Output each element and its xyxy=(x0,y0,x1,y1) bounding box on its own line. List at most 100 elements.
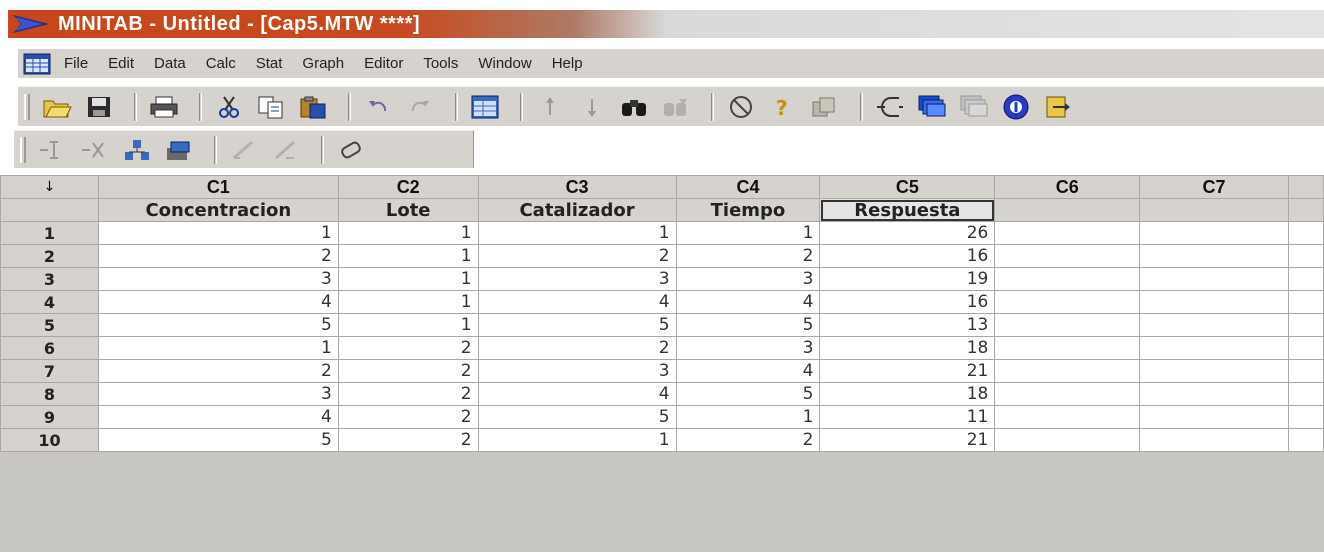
worksheet-cell[interactable]: 2 xyxy=(337,336,479,360)
menu-stat[interactable]: Stat xyxy=(256,55,283,72)
worksheet-cell[interactable]: 2 xyxy=(477,244,677,268)
worksheet-cell[interactable]: 1 xyxy=(675,221,821,245)
worksheet-cell[interactable] xyxy=(1287,221,1324,245)
menu-editor[interactable]: Editor xyxy=(364,55,403,72)
worksheet-cell[interactable]: 26 xyxy=(819,221,996,245)
worksheet-cell[interactable]: 2 xyxy=(97,244,339,268)
worksheet-cell[interactable]: 4 xyxy=(477,290,677,314)
worksheet-cell[interactable]: 5 xyxy=(97,313,339,337)
column-header-c6[interactable]: C6 xyxy=(994,175,1141,199)
column-name-c4[interactable]: Tiempo xyxy=(675,198,821,222)
worksheet-cell[interactable]: 4 xyxy=(675,290,821,314)
row-header[interactable]: 3 xyxy=(0,267,99,291)
worksheet-cell[interactable] xyxy=(994,313,1141,337)
toolbar-grip[interactable] xyxy=(20,136,26,163)
row-header[interactable]: 6 xyxy=(0,336,99,360)
toolbar-grip[interactable] xyxy=(24,93,30,120)
worksheet-cell[interactable] xyxy=(1287,267,1324,291)
worksheet-cell[interactable] xyxy=(994,428,1141,452)
worksheet-cell[interactable] xyxy=(994,221,1141,245)
worksheet-cell[interactable] xyxy=(1287,405,1324,429)
column-header-c2[interactable]: C2 xyxy=(337,175,479,199)
worksheet-cell[interactable]: 1 xyxy=(337,313,479,337)
worksheet-cell[interactable] xyxy=(1287,290,1324,314)
worksheet-cell[interactable]: 5 xyxy=(97,428,339,452)
worksheet-cell[interactable]: 21 xyxy=(819,359,996,383)
worksheet-cell[interactable] xyxy=(994,382,1141,406)
worksheet-cell[interactable]: 1 xyxy=(97,336,339,360)
worksheet-cell[interactable]: 1 xyxy=(477,428,677,452)
cut-icon[interactable] xyxy=(212,92,246,122)
menu-graph[interactable]: Graph xyxy=(302,55,344,72)
worksheet-cell[interactable]: 2 xyxy=(675,244,821,268)
redo-icon[interactable] xyxy=(403,92,437,122)
worksheet-cell[interactable]: 16 xyxy=(819,290,996,314)
insert-column-icon[interactable] xyxy=(120,135,154,165)
menu-help[interactable]: Help xyxy=(552,55,583,72)
edit-icon[interactable] xyxy=(227,135,261,165)
column-name-c3[interactable]: Catalizador xyxy=(477,198,677,222)
worksheet-cell[interactable] xyxy=(1287,244,1324,268)
worksheet-cell[interactable] xyxy=(1139,221,1289,245)
row-header[interactable]: 2 xyxy=(0,244,99,268)
worksheet-cell[interactable]: 1 xyxy=(337,221,479,245)
worksheet-cell[interactable] xyxy=(994,244,1141,268)
worksheet-cell[interactable] xyxy=(994,267,1141,291)
worksheet-cell[interactable]: 13 xyxy=(819,313,996,337)
worksheet-cell[interactable]: 3 xyxy=(477,359,677,383)
column-name-c6[interactable] xyxy=(994,198,1141,222)
worksheet-cell[interactable]: 2 xyxy=(337,382,479,406)
worksheet-cell[interactable]: 2 xyxy=(337,359,479,383)
column-name-c1[interactable]: Concentracion xyxy=(97,198,339,222)
worksheet-cell[interactable]: 11 xyxy=(819,405,996,429)
row-header[interactable]: 9 xyxy=(0,405,99,429)
up-arrow-icon[interactable] xyxy=(533,92,567,122)
undo-icon[interactable] xyxy=(361,92,395,122)
data-direction-arrow-icon[interactable]: ↓ xyxy=(0,175,99,199)
worksheet-cell[interactable]: 18 xyxy=(819,336,996,360)
print-icon[interactable] xyxy=(147,92,181,122)
menu-tools[interactable]: Tools xyxy=(423,55,458,72)
worksheet-cell[interactable] xyxy=(1139,428,1289,452)
menu-data[interactable]: Data xyxy=(154,55,186,72)
graph-icon[interactable] xyxy=(873,92,907,122)
replace-icon[interactable] xyxy=(659,92,693,122)
worksheet-cell[interactable] xyxy=(1287,428,1324,452)
worksheet-cell[interactable] xyxy=(1139,359,1289,383)
column-name-c2[interactable]: Lote xyxy=(337,198,479,222)
menu-file[interactable]: File xyxy=(64,55,88,72)
worksheet-cell[interactable]: 5 xyxy=(675,313,821,337)
worksheet-cell[interactable] xyxy=(1287,359,1324,383)
worksheet-cell[interactable]: 4 xyxy=(97,405,339,429)
worksheet-cell[interactable] xyxy=(1139,382,1289,406)
worksheet-cell[interactable]: 16 xyxy=(819,244,996,268)
worksheet-cell[interactable] xyxy=(994,336,1141,360)
column-name-overflow[interactable] xyxy=(1287,198,1324,222)
worksheet-cell[interactable]: 2 xyxy=(675,428,821,452)
column-header-c3[interactable]: C3 xyxy=(477,175,677,199)
worksheet-cell[interactable]: 1 xyxy=(675,405,821,429)
worksheet-cell[interactable] xyxy=(1139,405,1289,429)
worksheet-cell[interactable] xyxy=(1287,382,1324,406)
down-arrow-icon[interactable] xyxy=(575,92,609,122)
row-header[interactable]: 7 xyxy=(0,359,99,383)
cancel-icon[interactable] xyxy=(724,92,758,122)
row-header[interactable]: 1 xyxy=(0,221,99,245)
insert-row-icon[interactable] xyxy=(36,135,70,165)
worksheet-cell[interactable]: 2 xyxy=(97,359,339,383)
delete-row-icon[interactable] xyxy=(78,135,112,165)
worksheet-cell[interactable] xyxy=(994,290,1141,314)
worksheet-cell[interactable]: 2 xyxy=(337,428,479,452)
worksheet-cell[interactable]: 3 xyxy=(675,336,821,360)
save-icon[interactable] xyxy=(82,92,116,122)
worksheet-cell[interactable] xyxy=(994,359,1141,383)
row-header[interactable]: 8 xyxy=(0,382,99,406)
row-header[interactable]: 4 xyxy=(0,290,99,314)
edit-gray-icon[interactable] xyxy=(269,135,303,165)
worksheet-menu-icon[interactable] xyxy=(22,52,52,76)
worksheet-cell[interactable] xyxy=(994,405,1141,429)
worksheet-cell[interactable]: 5 xyxy=(477,405,677,429)
worksheet-cell[interactable] xyxy=(1139,336,1289,360)
worksheet-cell[interactable]: 4 xyxy=(97,290,339,314)
worksheet-cell[interactable] xyxy=(1139,313,1289,337)
